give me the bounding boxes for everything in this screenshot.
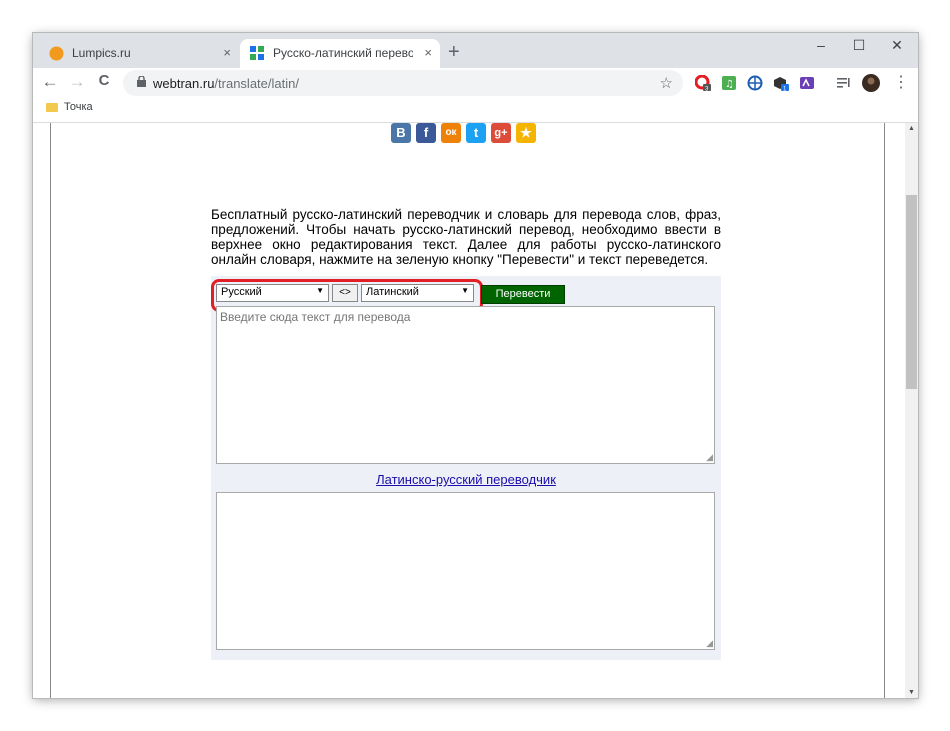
music-ext-icon[interactable]: ♫ [721, 75, 737, 91]
profile-avatar[interactable] [862, 74, 880, 92]
title-bar: Lumpics.ru × Русско-латинский переводчик… [33, 33, 918, 68]
svg-text:♫: ♫ [725, 79, 734, 90]
latin-russian-link[interactable]: Латинско-русский переводчик [211, 472, 721, 487]
vertical-scrollbar[interactable]: ▲ ▼ [905, 123, 918, 698]
vk-icon[interactable]: В [391, 123, 411, 143]
folder-icon [46, 103, 58, 112]
tab-title: Lumpics.ru [72, 46, 131, 60]
lumpics-favicon-icon [49, 46, 64, 61]
favorite-icon[interactable]: ★ [516, 123, 536, 143]
bookmark-star-icon[interactable]: ☆ [660, 74, 673, 92]
box-ext-icon[interactable]: 1 [773, 75, 789, 93]
bookmarks-bar: Точка [33, 98, 918, 123]
scrollbar-thumb[interactable] [906, 195, 917, 389]
browser-window: Lumpics.ru × Русско-латинский переводчик… [33, 33, 918, 698]
resize-grip-icon[interactable]: ◢ [706, 452, 713, 463]
globe-ext-icon[interactable] [747, 75, 763, 91]
source-text-placeholder: Введите сюда текст для перевода [220, 310, 411, 324]
odnoklassniki-icon[interactable]: ок [441, 123, 461, 143]
translation-output[interactable]: ◢ [216, 492, 715, 650]
opera-ext-icon[interactable]: 3 [694, 74, 711, 93]
tab-lumpics[interactable]: Lumpics.ru × [39, 39, 239, 68]
facebook-icon[interactable]: f [416, 123, 436, 143]
back-button[interactable]: ← [39, 72, 61, 92]
social-share-bar: Вf ок t g+ ★ [391, 123, 541, 143]
page-content: Вf ок t g+ ★ Бесплатный русско-латинский пер… [33, 123, 905, 698]
translator-panel: Русский ▼ <> Латинский ▼ Перевести Введи… [211, 276, 721, 660]
reload-button[interactable]: C [93, 72, 115, 89]
page-description: Бесплатный русско-латинский переводчик и… [211, 207, 721, 267]
maximize-button[interactable]: ☐ [841, 37, 877, 54]
webtran-favicon-icon [250, 46, 265, 61]
bookmark-tochka[interactable]: Точка [64, 101, 93, 113]
resize-grip-icon[interactable]: ◢ [706, 638, 713, 649]
menu-icon[interactable]: ⋮ [890, 72, 912, 92]
tab-close-icon[interactable]: × [424, 45, 432, 60]
scroll-down-arrow-icon[interactable]: ▼ [905, 689, 918, 696]
tab-close-icon[interactable]: × [223, 45, 231, 60]
address-bar[interactable]: webtran.ru/translate/latin/ ☆ [123, 70, 683, 96]
url-text: webtran.ru/translate/latin/ [153, 76, 299, 91]
twitter-icon[interactable]: t [466, 123, 486, 143]
browser-toolbar: ← → C webtran.ru/translate/latin/ ☆ 3 ♫ … [33, 68, 918, 98]
url-host: webtran.ru [153, 76, 215, 91]
forward-button[interactable]: → [66, 72, 88, 92]
page-border-right [884, 123, 885, 698]
tab-webtran[interactable]: Русско-латинский переводчик о × [240, 39, 440, 68]
new-tab-button[interactable]: + [448, 41, 460, 64]
playlist-icon[interactable] [836, 75, 852, 91]
url-path: /translate/latin/ [214, 76, 299, 91]
translate-button[interactable]: Перевести [481, 285, 565, 304]
page-border-left [50, 123, 51, 698]
reader-ext-icon[interactable] [799, 75, 815, 91]
minimize-button[interactable]: – [803, 37, 839, 53]
tab-title: Русско-латинский переводчик о [273, 46, 413, 60]
lock-icon [137, 75, 146, 90]
source-text-input[interactable]: Введите сюда текст для перевода ◢ [216, 306, 715, 464]
close-window-button[interactable]: ✕ [879, 37, 915, 54]
googleplus-icon[interactable]: g+ [491, 123, 511, 143]
scroll-up-arrow-icon[interactable]: ▲ [905, 125, 918, 132]
